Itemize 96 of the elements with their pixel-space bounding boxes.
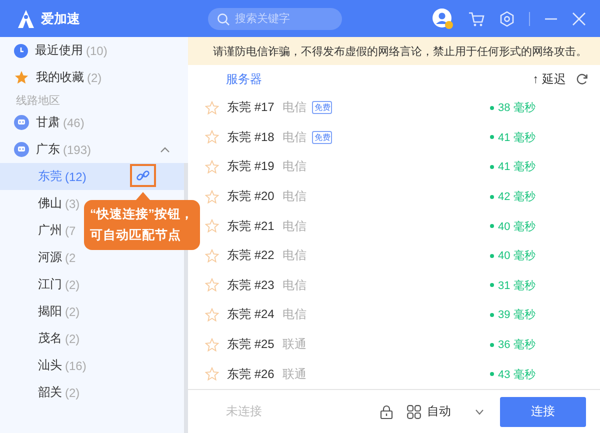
star-icon[interactable] — [205, 367, 219, 382]
server-name: 东莞 #22 — [227, 247, 274, 264]
star-icon[interactable] — [205, 248, 219, 263]
column-header[interactable]: 服务器 — [226, 70, 262, 88]
isp-label: 电信 — [282, 306, 306, 324]
latency-value: 40 毫秒 — [498, 220, 536, 234]
status-dot-icon — [490, 106, 494, 110]
city-item[interactable]: 汕头 (16) — [0, 352, 188, 379]
latency-value: 42 毫秒 — [498, 190, 536, 204]
status-dot-icon — [490, 342, 494, 347]
star-icon[interactable] — [205, 190, 219, 204]
server-name: 东莞 #24 — [227, 306, 274, 324]
region-item[interactable]: 甘肃 (46) — [0, 109, 188, 136]
app-name: 爱加速 — [41, 10, 80, 28]
search-icon — [217, 12, 230, 26]
status-dot-icon — [490, 312, 494, 317]
latency-value: 41 毫秒 — [498, 130, 536, 145]
clock-icon — [14, 44, 28, 58]
isp-label: 联通 — [282, 336, 306, 354]
isp-label: 电信 — [282, 128, 306, 146]
sidebar-item[interactable]: 我的收藏 (2) — [0, 64, 188, 91]
star-icon[interactable] — [205, 278, 219, 292]
link-icon — [136, 168, 150, 182]
logo-icon — [16, 8, 36, 28]
server-name: 东莞 #23 — [227, 276, 274, 294]
server-row[interactable]: 东莞 #18 电信 免费 41 毫秒 — [188, 122, 600, 152]
server-name: 东莞 #25 — [227, 336, 274, 354]
city-item[interactable]: 揭阳 (2) — [0, 298, 188, 325]
server-name: 东莞 #19 — [227, 158, 274, 176]
settings-icon[interactable] — [499, 10, 515, 26]
connection-status: 未连接 — [226, 403, 262, 420]
star-icon[interactable] — [205, 308, 219, 322]
isp-label: 电信 — [282, 276, 306, 294]
latency-value: 31 毫秒 — [498, 278, 536, 293]
latency-value: 38 毫秒 — [498, 100, 536, 116]
server-name: 东莞 #21 — [227, 218, 274, 235]
isp-label: 电信 — [282, 158, 306, 176]
isp-label: 电信 — [282, 99, 306, 116]
isp-label: 电信 — [282, 247, 306, 264]
region-icon — [14, 142, 29, 157]
city-item[interactable]: 江门 (2) — [0, 271, 188, 298]
star-icon[interactable] — [205, 338, 219, 352]
city-item[interactable]: 茂名 (2) — [0, 325, 188, 352]
search-field[interactable]: 搜索关键字 — [208, 8, 342, 30]
server-row[interactable]: 东莞 #25 联通 36 毫秒 — [188, 330, 600, 360]
mode-dropdown[interactable]: 自动 — [427, 403, 451, 420]
free-tag: 免费 — [312, 130, 332, 144]
status-dot-icon — [490, 254, 494, 258]
server-name: 东莞 #17 — [227, 99, 274, 116]
server-row[interactable]: 东莞 #19 电信 41 毫秒 — [188, 152, 600, 182]
status-dot-icon — [490, 283, 494, 288]
avatar-icon[interactable] — [432, 8, 454, 30]
connect-button[interactable]: 连接 — [500, 396, 586, 426]
status-dot-icon — [490, 194, 494, 199]
refresh-icon[interactable] — [576, 73, 588, 85]
city-item[interactable]: 韶关 (2) — [0, 379, 188, 406]
server-row[interactable]: 东莞 #17 电信 免费 38 毫秒 — [188, 93, 600, 123]
isp-label: 电信 — [282, 218, 306, 235]
chevron-down-icon[interactable] — [475, 408, 484, 414]
star-icon[interactable] — [205, 100, 219, 115]
region-icon — [14, 115, 29, 130]
section-heading: 线路地区 — [15, 94, 61, 108]
server-name: 东莞 #20 — [227, 188, 274, 206]
server-row[interactable]: 东莞 #24 电信 39 毫秒 — [188, 300, 600, 330]
server-row[interactable]: 东莞 #23 电信 31 毫秒 — [188, 270, 600, 300]
latency-value: 41 毫秒 — [498, 160, 536, 174]
close-icon[interactable] — [572, 12, 586, 26]
quick-connect-button[interactable] — [130, 164, 156, 187]
cart-icon[interactable] — [468, 10, 485, 26]
free-tag: 免费 — [312, 101, 332, 114]
sidebar-item[interactable]: 最近使用 (10) — [0, 37, 188, 64]
latency-value: 36 毫秒 — [498, 338, 536, 352]
region-item[interactable]: 广东 (193) — [0, 136, 188, 163]
status-dot-icon — [490, 135, 494, 140]
server-row[interactable]: 东莞 #26 联通 43 毫秒 — [188, 359, 600, 389]
server-name: 东莞 #26 — [227, 366, 274, 383]
star-icon — [14, 70, 29, 85]
sort-header[interactable]: ↑ 延迟 — [532, 70, 566, 88]
server-name: 东莞 #18 — [227, 128, 274, 146]
lock-icon[interactable] — [380, 404, 393, 418]
latency-value: 40 毫秒 — [498, 248, 536, 264]
notice-text: 请谨防电信诈骗，不得发布虚假的网络言论，禁止用于任何形式的网络攻击。 — [213, 44, 587, 58]
latency-value: 43 毫秒 — [498, 368, 536, 382]
chevron-icon[interactable] — [160, 146, 170, 153]
status-dot-icon — [490, 224, 494, 228]
isp-label: 电信 — [282, 188, 306, 206]
latency-value: 39 毫秒 — [498, 308, 536, 322]
callout-text: 可自动匹配节点 — [90, 227, 182, 244]
star-icon[interactable] — [205, 219, 219, 234]
server-row[interactable]: 东莞 #22 电信 40 毫秒 — [188, 240, 600, 271]
status-dot-icon — [490, 372, 494, 376]
grid-icon — [407, 404, 421, 418]
isp-label: 联通 — [282, 366, 306, 383]
status-dot-icon — [490, 164, 494, 169]
star-icon[interactable] — [205, 130, 219, 144]
star-icon[interactable] — [205, 160, 219, 174]
